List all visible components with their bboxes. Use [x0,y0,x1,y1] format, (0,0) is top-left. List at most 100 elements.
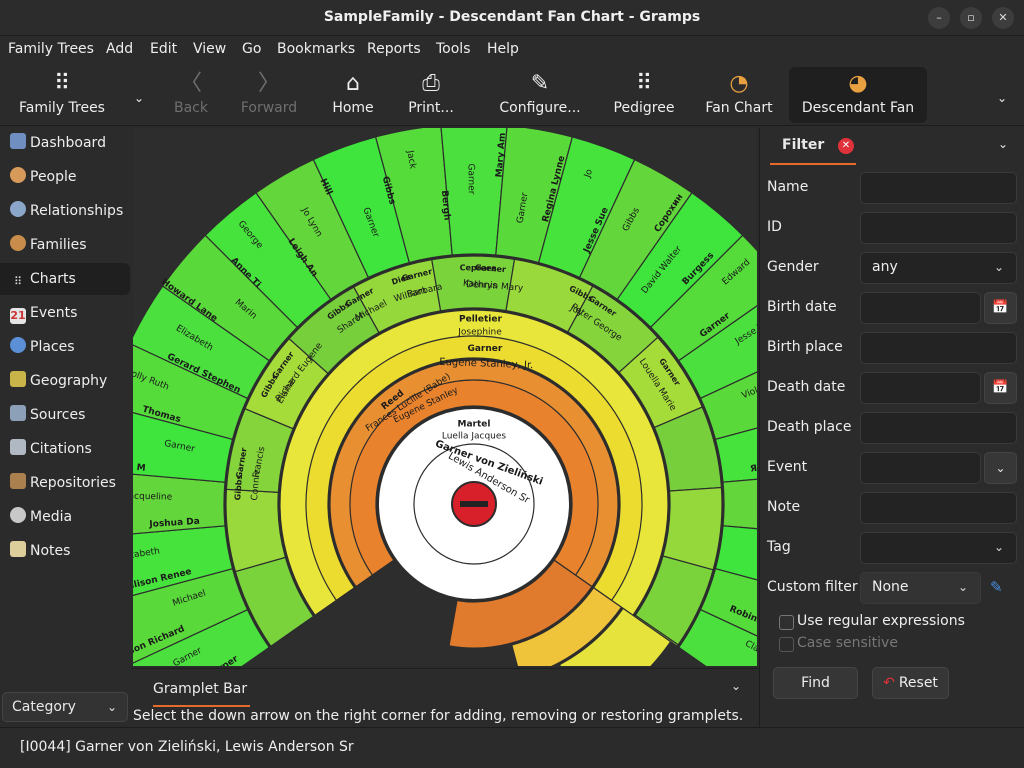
sidebar-item-dashboard[interactable]: Dashboard [0,127,130,159]
case-sensitive-checkbox[interactable] [779,637,794,652]
outer-name-label[interactable]: Garner [466,163,476,194]
printer-icon: ⎙ [422,71,440,96]
reset-label: Reset [898,675,938,691]
id-input[interactable] [860,212,1017,244]
citation-icon [10,439,26,455]
undo-icon: ↶ [883,675,895,691]
menu-edit[interactable]: Edit [150,41,177,57]
custom-filter-select[interactable]: None ⌄ [860,572,981,604]
birth-date-input[interactable] [860,292,981,324]
family-trees-dropdown[interactable]: ⌄ [128,64,150,124]
regex-label[interactable]: Use regular expressions [797,613,965,629]
forward-button[interactable]: 〉 Forward [236,64,302,124]
outer-name-label[interactable]: Jacqueline [133,492,173,503]
back-button[interactable]: 〈 Back [165,64,217,124]
sidebar-item-families[interactable]: Families [0,229,130,261]
category-label: Category [12,699,76,715]
sidebar-item-geography[interactable]: Geography [0,365,130,397]
sidebar-item-notes[interactable]: Notes [0,535,130,567]
name-label: Name [767,179,809,195]
fan-chart-icon: ◔ [729,71,749,96]
sidebar-item-relationships[interactable]: Relationships [0,195,130,227]
fan-chart-button[interactable]: ◔ Fan Chart [702,64,776,124]
case-sensitive-label[interactable]: Case sensitive [797,635,898,651]
death-date-label: Death date [767,379,846,395]
note-label: Note [767,499,801,515]
calendar-edit-icon: 📅 [992,300,1009,315]
sidebar-item-places[interactable]: Places [0,331,130,363]
print-button[interactable]: ⎙ Print... [402,64,460,124]
gender-label: Gender [767,259,819,275]
home-button[interactable]: ⌂ Home [326,64,380,124]
ring2-surname-label[interactable]: Pelletier [459,315,502,325]
descendant-fan-button[interactable]: ◕ Descendant Fan [789,67,927,123]
gramplet-menu-chevron-icon[interactable]: ⌄ [731,679,741,693]
tag-select[interactable]: ⌄ [860,532,1017,564]
center-partner-label[interactable]: Luella Jacques [442,432,507,442]
center-family-label[interactable]: Martel [458,420,491,430]
gender-select[interactable]: any ⌄ [860,252,1017,284]
pedigree-button[interactable]: ⠿ Pedigree [608,64,680,124]
gramplet-hint: Select the down arrow on the right corne… [133,708,744,724]
event-input[interactable] [860,452,981,484]
death-date-input[interactable] [860,372,981,404]
maximize-button[interactable]: ▫ [960,7,982,29]
sidebar-item-events[interactable]: 21 Events [0,297,130,329]
minimize-button[interactable]: – [928,7,950,29]
menu-tools[interactable]: Tools [436,41,471,57]
sidebar-item-media[interactable]: Media [0,501,130,533]
dashboard-icon [10,133,26,149]
sidebar-item-label: Media [30,509,73,525]
close-button[interactable]: ✕ [992,7,1014,29]
find-button[interactable]: Find [773,667,858,699]
category-dropdown[interactable]: Category ⌄ [2,692,128,722]
death-place-input[interactable] [860,412,1017,444]
menu-view[interactable]: View [193,41,226,57]
filter-panel-chevron-icon[interactable]: ⌄ [998,137,1008,151]
filter-tab-label: Filter [782,137,825,153]
menu-family-trees[interactable]: Family Trees [8,41,94,57]
sidebar-item-charts[interactable]: ⠿ Charts [0,263,130,295]
sidebar-item-label: Dashboard [30,135,106,151]
sidebar-item-sources[interactable]: Sources [0,399,130,431]
toolbar-overflow-button[interactable]: ⌄ [992,64,1012,124]
filter-tab[interactable]: Filter ✕ [770,128,856,165]
menu-go[interactable]: Go [242,41,261,57]
close-tab-icon[interactable]: ✕ [838,138,854,154]
sidebar-item-label: Events [30,305,78,321]
event-dropdown-button[interactable]: ⌄ [984,452,1017,484]
generation3-segment[interactable] [662,486,723,571]
sidebar-item-citations[interactable]: Citations [0,433,130,465]
regex-checkbox[interactable] [779,615,794,630]
family-trees-button[interactable]: ⠿ Family Trees [12,64,112,124]
reset-button[interactable]: ↶ Reset [872,667,949,699]
birth-place-input[interactable] [860,332,1017,364]
window-title: SampleFamily - Descendant Fan Chart - Gr… [323,9,701,25]
generation3-segment[interactable] [225,488,287,573]
menu-help[interactable]: Help [487,41,519,57]
source-icon [10,405,26,421]
menu-bar: Family Trees Add Edit View Go Bookmarks … [0,36,1024,64]
menu-bookmarks[interactable]: Bookmarks [277,41,355,57]
ring2-surname2-label[interactable]: Garner [467,344,502,354]
birth-date-picker-button[interactable]: 📅 [984,292,1017,324]
ring2-given-label[interactable]: Josephine [457,328,502,338]
edit-filter-pencil-icon[interactable]: ✎ [990,578,1003,596]
name-input[interactable] [860,172,1017,204]
note-input[interactable] [860,492,1017,524]
forward-label: Forward [240,100,298,116]
configure-button[interactable]: ✎ Configure... [496,64,584,124]
descendant-fan-chart[interactable]: Martel Luella Jacques Garner von Zieliński… [133,128,757,666]
menu-reports[interactable]: Reports [367,41,421,57]
death-date-picker-button[interactable]: 📅 [984,372,1017,404]
gramplet-bar-tab[interactable]: Gramplet Bar [153,681,251,707]
fan-chart-canvas[interactable]: MartelLuella JacquesGarner von Zieliński… [133,128,757,666]
sidebar-item-label: Charts [30,271,76,287]
sidebar-item-label: Notes [30,543,71,559]
menu-add[interactable]: Add [106,41,133,57]
home-label: Home [332,100,374,116]
sidebar-item-people[interactable]: People [0,161,130,193]
sidebar-item-repositories[interactable]: Repositories [0,467,130,499]
event-label: Event [767,459,808,475]
center-dot-bar[interactable] [460,501,488,507]
